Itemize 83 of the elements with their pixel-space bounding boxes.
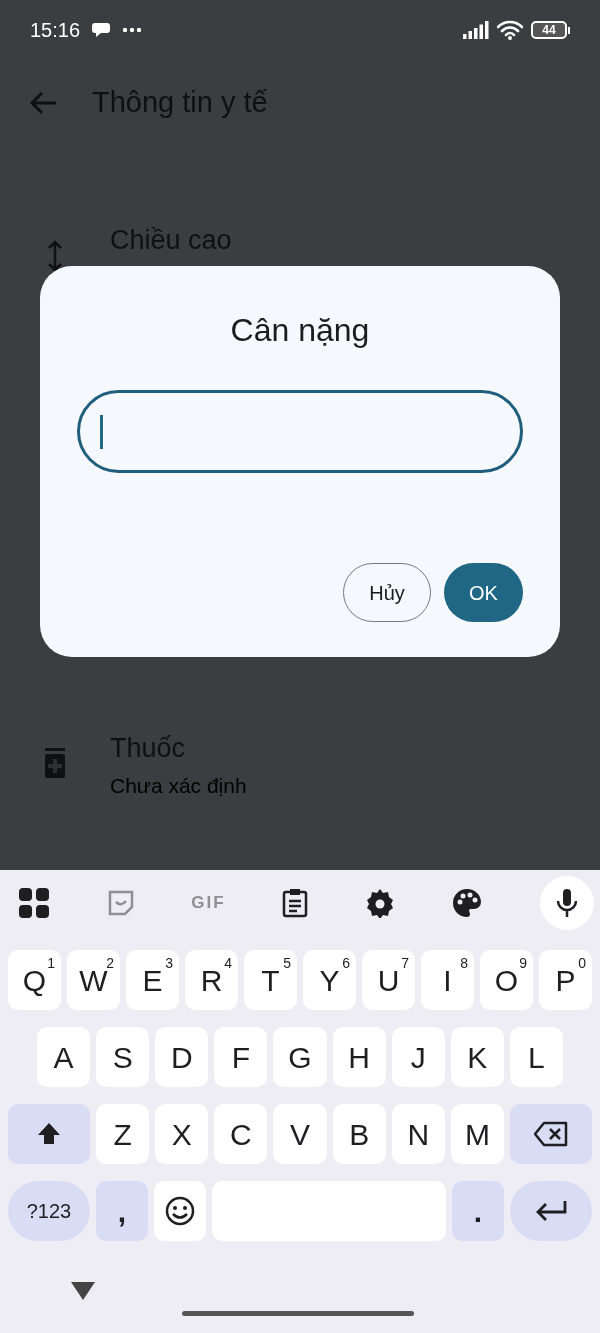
letter-key[interactable]: A	[37, 1027, 91, 1087]
height-icon	[48, 240, 62, 272]
key-hint: 7	[401, 954, 409, 973]
medication-icon	[44, 748, 66, 778]
key-label: G	[288, 1039, 312, 1076]
key-label: H	[348, 1039, 370, 1076]
settings-icon[interactable]	[364, 887, 395, 918]
key-hint: 2	[106, 954, 114, 971]
key-label: X	[171, 1116, 192, 1153]
more-icon	[122, 27, 143, 33]
chat-bubble-icon	[92, 21, 113, 39]
backspace-icon	[534, 1121, 568, 1147]
key-label: A	[53, 1039, 74, 1076]
letter-key[interactable]: M	[450, 1104, 504, 1164]
key-label: U	[377, 962, 400, 999]
text-cursor	[100, 414, 103, 449]
microphone-icon	[556, 887, 578, 918]
key-label: D	[170, 1039, 193, 1076]
letter-key[interactable]: J	[391, 1027, 445, 1087]
punctuation-key[interactable]: ,	[96, 1181, 148, 1241]
key-label: K	[467, 1039, 488, 1076]
key-label: R	[200, 962, 223, 999]
key-label: I	[443, 962, 452, 999]
shift-arrow-icon	[37, 1122, 61, 1146]
key-label: T	[261, 962, 280, 999]
key-label: W	[79, 963, 108, 999]
key-label: Q	[22, 962, 47, 999]
letter-key[interactable]: G	[273, 1027, 327, 1087]
item-subtitle: Chưa xác định	[110, 774, 247, 798]
key-hint: 0	[578, 954, 586, 973]
letter-key[interactable]: D	[155, 1027, 209, 1087]
palette-icon[interactable]	[451, 886, 484, 919]
sticker-icon[interactable]	[106, 888, 135, 917]
ok-button[interactable]: OK	[444, 563, 523, 622]
letter-key[interactable]: S	[96, 1027, 150, 1087]
letter-key[interactable]: C	[214, 1104, 268, 1164]
shift-key[interactable]	[8, 1104, 90, 1164]
key-label: L	[528, 1039, 545, 1076]
punctuation-key[interactable]: .	[452, 1181, 504, 1241]
letter-key[interactable]: B	[332, 1104, 386, 1164]
key-label: C	[230, 1116, 252, 1153]
apps-grid-icon[interactable]	[18, 886, 50, 919]
key-hint: 9	[519, 954, 527, 973]
key-label: F	[231, 1039, 251, 1076]
dialog-title: Cân nặng	[230, 311, 370, 350]
enter-arrow-icon	[535, 1200, 567, 1222]
key-label: B	[349, 1116, 370, 1153]
symbols-key[interactable]: ?123	[8, 1181, 90, 1241]
emoji-key[interactable]	[154, 1181, 206, 1241]
key-hint: 4	[224, 954, 232, 973]
letter-key[interactable]: X	[155, 1104, 209, 1164]
key-label: Z	[113, 1116, 132, 1153]
key-label: S	[112, 1039, 133, 1076]
letter-key[interactable]: K	[450, 1027, 504, 1087]
battery-indicator: 44	[531, 21, 567, 39]
key-label: Y	[319, 962, 340, 999]
key-label: P	[555, 962, 576, 999]
status-time: 15:16	[30, 18, 81, 43]
key-label: J	[410, 1039, 426, 1076]
key-label: M	[464, 1116, 490, 1153]
key-hint: 8	[460, 954, 468, 973]
emoji-icon	[165, 1196, 195, 1226]
letter-key[interactable]: N	[391, 1104, 445, 1164]
letter-key[interactable]: H	[332, 1027, 386, 1087]
letter-key[interactable]: F	[214, 1027, 268, 1087]
wifi-icon	[497, 20, 523, 40]
key-label: V	[290, 1116, 310, 1153]
letter-key[interactable]: Z	[96, 1104, 150, 1164]
backspace-key[interactable]	[510, 1104, 592, 1164]
weight-input-field[interactable]	[77, 390, 523, 473]
key-hint: 6	[342, 954, 350, 973]
nav-down-icon[interactable]	[70, 1281, 96, 1301]
letter-key[interactable]: L	[509, 1027, 563, 1087]
key-hint: 1	[47, 954, 55, 973]
key-label: O	[494, 962, 519, 999]
key-label: N	[407, 1116, 430, 1153]
clipboard-icon[interactable]	[282, 887, 309, 918]
key-hint: 3	[165, 954, 173, 973]
key-hint: 5	[283, 954, 291, 973]
signal-icon	[463, 21, 489, 39]
letter-key[interactable]: V	[273, 1104, 327, 1164]
key-label: E	[142, 962, 163, 999]
letter-key[interactable]: I 8	[421, 950, 474, 1010]
